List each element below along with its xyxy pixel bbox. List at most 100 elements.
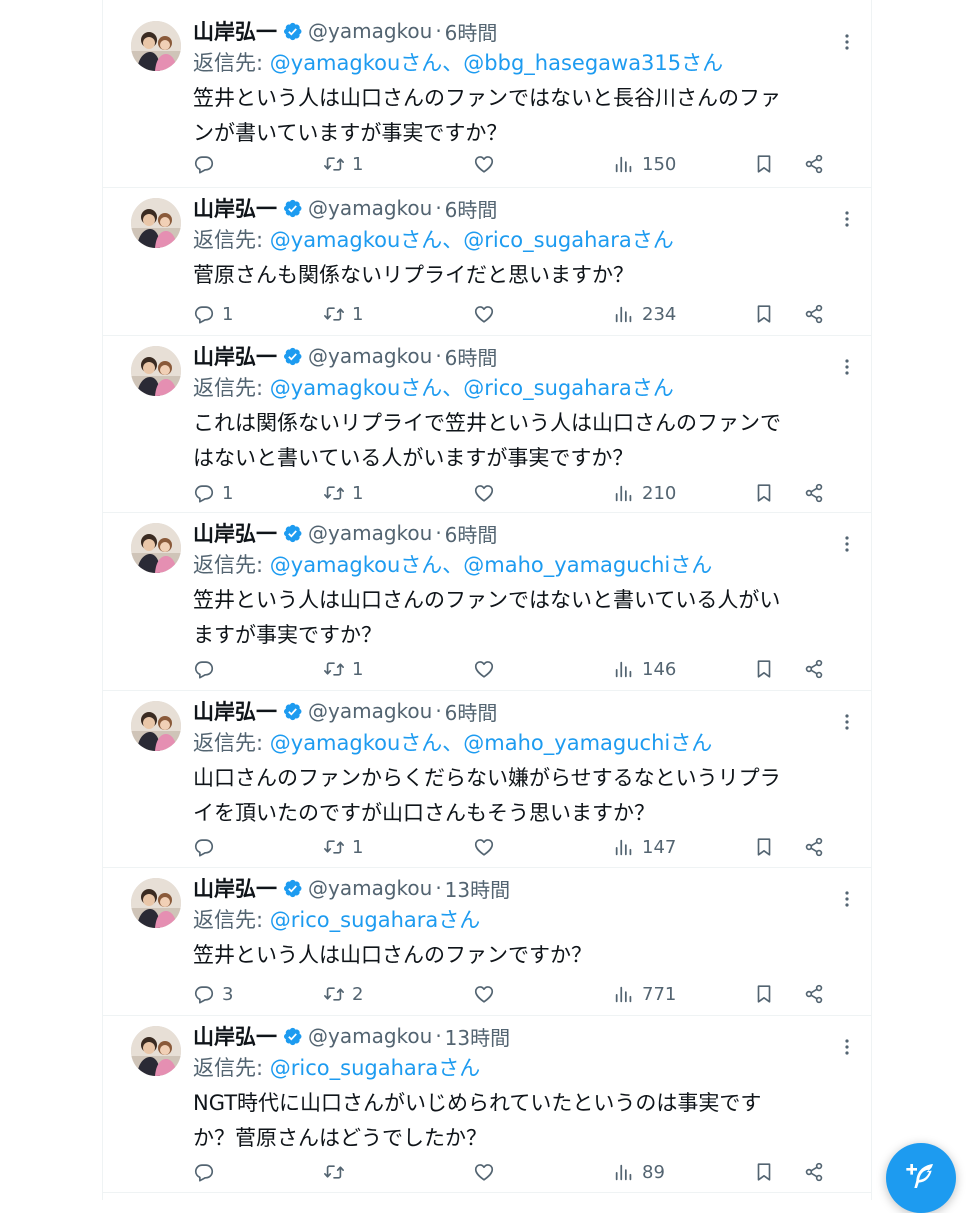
tweet-timestamp[interactable]: 6時間 — [445, 194, 498, 223]
tweet[interactable]: 山岸弘一 @yamagkou · 6時間 返信先: @yamagkouさん、@maho_… — [103, 512, 871, 691]
like-button[interactable] — [473, 476, 495, 510]
bookmark-button[interactable] — [753, 476, 775, 510]
reply-button[interactable]: 1 — [193, 297, 233, 331]
views-button[interactable]: 89 — [613, 1155, 665, 1189]
tweet[interactable]: 山岸弘一 @yamagkou · 6時間 返信先: @yamagkouさん、@maho_… — [103, 690, 871, 868]
compose-button[interactable] — [886, 1143, 956, 1213]
reply-to-label: 返信先: — [193, 731, 264, 755]
retweet-button[interactable] — [323, 1155, 352, 1189]
reply-to-mentions[interactable]: @rico_sugaharaさん — [270, 1056, 481, 1080]
retweet-button[interactable]: 1 — [323, 147, 363, 181]
reply-button[interactable] — [193, 147, 222, 181]
tweet[interactable]: 山岸弘一 @yamagkou · 6時間 返信先: @yamagkouさん、@rico_… — [103, 335, 871, 513]
like-button[interactable] — [473, 1155, 495, 1189]
tweet-text-line: NGT時代に山口さんがいじめられていたというのは事実です — [193, 1091, 762, 1115]
author-name[interactable]: 山岸弘一 — [193, 696, 277, 726]
like-button[interactable] — [473, 977, 495, 1011]
views-button[interactable]: 234 — [613, 297, 676, 331]
share-button[interactable] — [803, 652, 825, 686]
author-name[interactable]: 山岸弘一 — [193, 16, 277, 46]
views-button[interactable]: 210 — [613, 476, 676, 510]
tweet-text-line: か？菅原さんはどうでしたか？ — [193, 1126, 487, 1150]
like-button[interactable] — [473, 297, 495, 331]
retweet-button[interactable]: 1 — [323, 830, 363, 864]
author-name[interactable]: 山岸弘一 — [193, 873, 277, 903]
share-button[interactable] — [803, 830, 825, 864]
bookmark-button[interactable] — [753, 147, 775, 181]
tweet[interactable]: 山岸弘一 @yamagkou · 6時間 返信先: @yamagkouさん、@rico_… — [103, 187, 871, 336]
like-button[interactable] — [473, 652, 495, 686]
tweet-timestamp[interactable]: 6時間 — [445, 17, 498, 46]
share-button[interactable] — [803, 147, 825, 181]
author-handle[interactable]: @yamagkou — [308, 521, 432, 545]
retweet-icon — [323, 303, 345, 325]
reply-button[interactable] — [193, 830, 222, 864]
bookmark-button[interactable] — [753, 830, 775, 864]
more-dots-icon[interactable] — [837, 32, 857, 52]
author-handle[interactable]: @yamagkou — [308, 19, 432, 43]
reply-to-mentions[interactable]: @yamagkouさん、@rico_sugaharaさん — [270, 228, 674, 252]
reply-button[interactable] — [193, 652, 222, 686]
more-dots-icon[interactable] — [837, 889, 857, 909]
bookmark-icon — [753, 983, 775, 1005]
tweet[interactable]: 山岸弘一 @yamagkou · 6時間 返信先: @yamagkouさん、@bbg_h… — [103, 10, 871, 188]
reply-to-mentions[interactable]: @yamagkouさん、@rico_sugaharaさん — [270, 376, 674, 400]
retweet-button[interactable]: 1 — [323, 476, 363, 510]
more-dots-icon[interactable] — [837, 209, 857, 229]
author-handle[interactable]: @yamagkou — [308, 699, 432, 723]
author-handle[interactable]: @yamagkou — [308, 1024, 432, 1048]
verified-badge-icon — [282, 878, 303, 899]
tweet-timestamp[interactable]: 6時間 — [445, 697, 498, 726]
reply-to-mentions[interactable]: @yamagkouさん、@bbg_hasegawa315さん — [270, 51, 723, 75]
retweet-icon — [323, 983, 345, 1005]
tweet-timestamp[interactable]: 6時間 — [445, 342, 498, 371]
more-dots-icon[interactable] — [837, 357, 857, 377]
more-dots-icon[interactable] — [837, 534, 857, 554]
author-name[interactable]: 山岸弘一 — [193, 1021, 277, 1051]
author-name[interactable]: 山岸弘一 — [193, 193, 277, 223]
views-button[interactable]: 146 — [613, 652, 676, 686]
avatar[interactable] — [131, 523, 181, 573]
author-handle[interactable]: @yamagkou — [308, 344, 432, 368]
author-handle[interactable]: @yamagkou — [308, 196, 432, 220]
author-handle[interactable]: @yamagkou — [308, 876, 432, 900]
bookmark-button[interactable] — [753, 977, 775, 1011]
reply-button[interactable]: 3 — [193, 977, 233, 1011]
author-name[interactable]: 山岸弘一 — [193, 341, 277, 371]
reply-to-mentions[interactable]: @rico_sugaharaさん — [270, 908, 481, 932]
retweet-button[interactable]: 2 — [323, 977, 363, 1011]
reply-to-mentions[interactable]: @yamagkouさん、@maho_yamaguchiさん — [270, 731, 712, 755]
reply-button[interactable]: 1 — [193, 476, 233, 510]
author-name[interactable]: 山岸弘一 — [193, 518, 277, 548]
retweet-button[interactable]: 1 — [323, 297, 363, 331]
tweet-timestamp[interactable]: 13時間 — [445, 874, 510, 903]
share-button[interactable] — [803, 476, 825, 510]
like-button[interactable] — [473, 147, 495, 181]
avatar[interactable] — [131, 701, 181, 751]
views-button[interactable]: 771 — [613, 977, 676, 1011]
retweet-button[interactable]: 1 — [323, 652, 363, 686]
bookmark-button[interactable] — [753, 297, 775, 331]
like-button[interactable] — [473, 830, 495, 864]
avatar[interactable] — [131, 21, 181, 71]
avatar[interactable] — [131, 198, 181, 248]
avatar[interactable] — [131, 1026, 181, 1076]
share-button[interactable] — [803, 1155, 825, 1189]
bookmark-button[interactable] — [753, 1155, 775, 1189]
views-button[interactable]: 150 — [613, 147, 676, 181]
more-dots-icon[interactable] — [837, 1037, 857, 1057]
reply-to-mentions[interactable]: @yamagkouさん、@maho_yamaguchiさん — [270, 553, 712, 577]
share-button[interactable] — [803, 977, 825, 1011]
bookmark-button[interactable] — [753, 652, 775, 686]
tweet-text-line: はないと書いている人がいますが事実ですか？ — [193, 446, 634, 470]
tweet-timestamp[interactable]: 6時間 — [445, 519, 498, 548]
tweet[interactable]: 山岸弘一 @yamagkou · 13時間 返信先: @rico_sugaharaさん N… — [103, 1015, 871, 1193]
more-dots-icon[interactable] — [837, 712, 857, 732]
views-button[interactable]: 147 — [613, 830, 676, 864]
reply-button[interactable] — [193, 1155, 222, 1189]
tweet[interactable]: 山岸弘一 @yamagkou · 13時間 返信先: @rico_sugaharaさん笠… — [103, 867, 871, 1016]
share-button[interactable] — [803, 297, 825, 331]
avatar[interactable] — [131, 346, 181, 396]
tweet-timestamp[interactable]: 13時間 — [445, 1022, 510, 1051]
avatar[interactable] — [131, 878, 181, 928]
